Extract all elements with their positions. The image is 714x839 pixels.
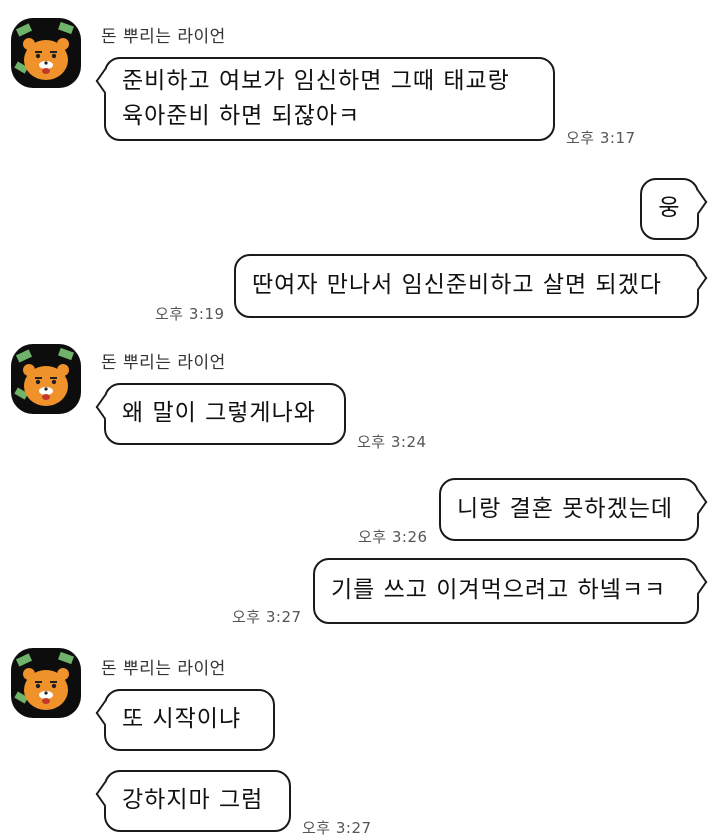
message-bubble-outgoing[interactable]: 기를 쓰고 이겨먹으려고 하넼ㅋㅋ (313, 558, 699, 624)
contact-avatar[interactable] (11, 18, 81, 88)
contact-avatar[interactable] (11, 344, 81, 414)
message-time: 오후 3:27 (302, 819, 372, 837)
message-time: 오후 3:24 (357, 433, 427, 451)
ryan-money-icon (14, 347, 74, 406)
message-time: 오후 3:26 (358, 528, 428, 546)
ryan-money-icon (14, 651, 74, 710)
message-time: 오후 3:17 (566, 129, 636, 147)
message-time: 오후 3:27 (232, 608, 302, 626)
sender-name: 돈 뿌리는 라이언 (101, 27, 226, 47)
sender-name: 돈 뿌리는 라이언 (101, 353, 226, 373)
sender-name: 돈 뿌리는 라이언 (101, 659, 226, 679)
message-bubble-incoming[interactable]: 왜 말이 그렇게나와 (104, 383, 346, 445)
message-bubble-incoming[interactable]: 준비하고 여보가 임신하면 그때 태교랑 육아준비 하면 되잖아ㅋ (104, 57, 555, 141)
contact-avatar[interactable] (11, 648, 81, 718)
ryan-money-icon (14, 21, 74, 80)
message-bubble-outgoing[interactable]: 니랑 결혼 못하겠는데 (439, 478, 699, 541)
message-time: 오후 3:19 (155, 305, 225, 323)
message-bubble-incoming[interactable]: 또 시작이냐 (104, 689, 275, 751)
message-bubble-outgoing[interactable]: 딴여자 만나서 임신준비하고 살면 되겠다 (234, 254, 699, 318)
message-bubble-outgoing[interactable]: 웅 (640, 178, 699, 240)
message-bubble-incoming[interactable]: 강하지마 그럼 (104, 770, 291, 832)
